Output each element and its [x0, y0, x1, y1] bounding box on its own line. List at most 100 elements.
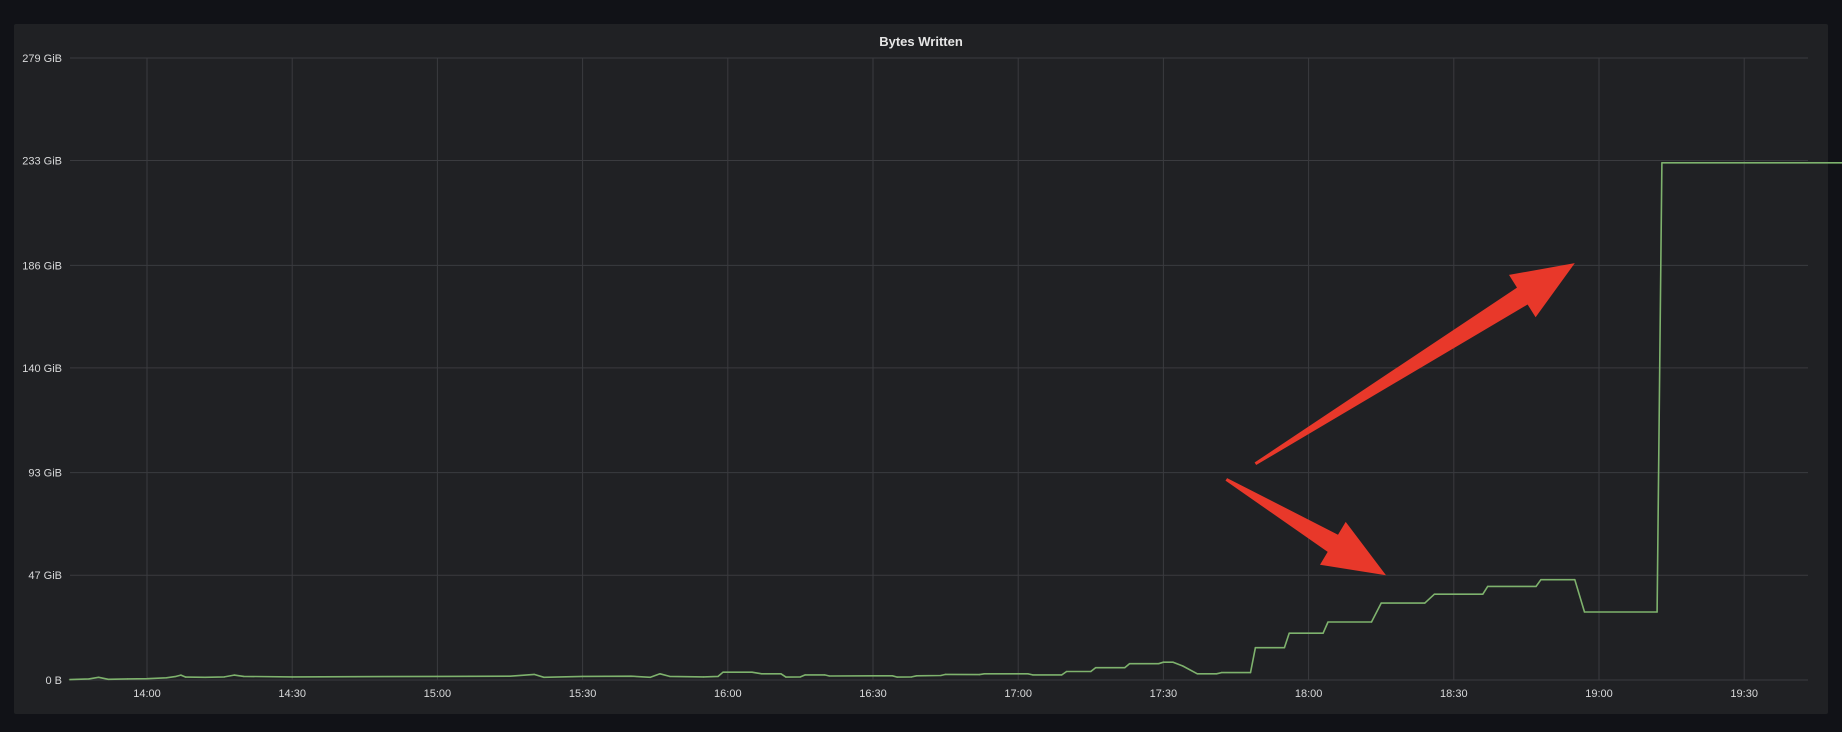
data-point	[940, 674, 942, 677]
data-point	[1540, 578, 1542, 581]
data-point	[823, 674, 826, 676]
data-point	[1535, 585, 1537, 588]
data-point	[165, 677, 168, 679]
x-tick-label: 18:30	[1440, 688, 1468, 700]
data-point	[722, 671, 724, 673]
data-point	[184, 676, 187, 678]
data-point	[436, 675, 439, 678]
data-point	[891, 675, 894, 677]
data-point	[1370, 621, 1373, 623]
data-point	[978, 673, 981, 676]
y-tick-label: 233 GiB	[22, 156, 62, 168]
data-point	[702, 676, 705, 678]
data-point	[1380, 602, 1382, 604]
data-point	[804, 674, 806, 676]
data-point	[1090, 670, 1092, 673]
annotation-arrow	[1225, 478, 1386, 576]
data-point	[146, 677, 148, 680]
x-tick-label: 15:30	[569, 688, 597, 700]
data-point	[785, 676, 787, 678]
data-point	[1123, 666, 1126, 669]
grid-layer	[70, 57, 1808, 681]
data-point	[915, 675, 918, 677]
data-point	[630, 675, 632, 677]
data-point	[68, 678, 71, 681]
data-point	[1583, 611, 1586, 613]
data-point	[1065, 670, 1068, 673]
data-point	[175, 675, 177, 678]
data-point	[799, 676, 802, 678]
data-point	[1661, 162, 1663, 164]
data-point	[1094, 666, 1097, 669]
data-point	[659, 673, 661, 675]
data-point	[1656, 611, 1658, 613]
data-point	[668, 675, 671, 678]
data-point	[180, 674, 182, 676]
data-point	[717, 675, 719, 678]
y-tick-label: 93 GiB	[28, 468, 62, 480]
data-point	[1182, 665, 1184, 667]
data-point	[88, 678, 90, 680]
data-point	[1482, 593, 1484, 595]
x-tick-label: 18:00	[1295, 688, 1323, 700]
data-point	[97, 676, 100, 679]
y-tick-label: 140 GiB	[22, 363, 62, 375]
data-point	[204, 676, 206, 679]
x-tick-label: 15:00	[424, 688, 452, 700]
data-point	[1061, 674, 1063, 676]
data-point	[1288, 632, 1290, 634]
data-point	[1254, 646, 1257, 649]
data-point	[533, 673, 535, 676]
data-point	[751, 671, 753, 673]
x-tick-label: 19:30	[1730, 688, 1758, 700]
data-point	[983, 673, 986, 675]
x-tick-label: 16:30	[859, 688, 887, 700]
data-point	[1327, 621, 1329, 623]
data-point	[243, 675, 245, 678]
y-axis: 0 B 47 GiB 93 GiB 140 GiB 186 GiB 233 GiB 279 …	[22, 53, 62, 687]
data-point	[1486, 585, 1489, 588]
data-point	[910, 676, 913, 678]
x-tick-label: 19:00	[1585, 688, 1613, 700]
data-point	[1215, 673, 1218, 675]
x-tick-label: 17:30	[1150, 688, 1178, 700]
data-point	[1574, 578, 1576, 581]
data-point	[760, 673, 763, 675]
data-point	[1220, 671, 1223, 674]
data-point	[1322, 632, 1324, 634]
data-point	[1172, 661, 1174, 663]
data-point	[543, 676, 545, 679]
series-layer	[68, 162, 1842, 681]
bytes-written-chart: 0 B 47 GiB 93 GiB 140 GiB 186 GiB 233 GiB 279 …	[22, 53, 1842, 700]
data-point	[896, 676, 898, 678]
data-point	[581, 675, 584, 678]
series-line[interactable]	[69, 162, 1842, 681]
y-tick-label: 186 GiB	[22, 260, 62, 272]
annotation-layer	[1225, 263, 1575, 576]
dashboard-page: Bytes Written 0 B 47 GiB 93 GiB 140 GiB 186 …	[0, 0, 1842, 732]
data-point	[1027, 673, 1029, 675]
data-point	[649, 676, 652, 679]
data-point	[1162, 661, 1165, 663]
data-point	[107, 678, 110, 681]
data-point	[233, 674, 235, 676]
annotation-arrow	[1254, 263, 1575, 465]
data-point	[1283, 646, 1286, 649]
data-point	[1249, 671, 1252, 674]
data-point	[223, 676, 226, 678]
x-tick-label: 14:00	[133, 688, 161, 700]
y-tick-label: 0 B	[45, 675, 62, 687]
data-point	[780, 673, 782, 675]
x-axis: 14:00 14:30 15:00 15:30 16:00 16:30 17:00 17:30…	[133, 688, 1758, 700]
data-point	[1128, 662, 1131, 665]
data-point	[291, 676, 294, 678]
data-point	[1196, 673, 1199, 675]
x-tick-label: 14:30	[278, 688, 306, 700]
data-point	[944, 673, 947, 676]
data-point	[126, 678, 129, 680]
data-point	[828, 675, 831, 677]
y-tick-label: 279 GiB	[22, 53, 62, 65]
data-point	[1433, 593, 1436, 595]
y-tick-label: 47 GiB	[28, 570, 62, 582]
data-point	[872, 675, 874, 677]
